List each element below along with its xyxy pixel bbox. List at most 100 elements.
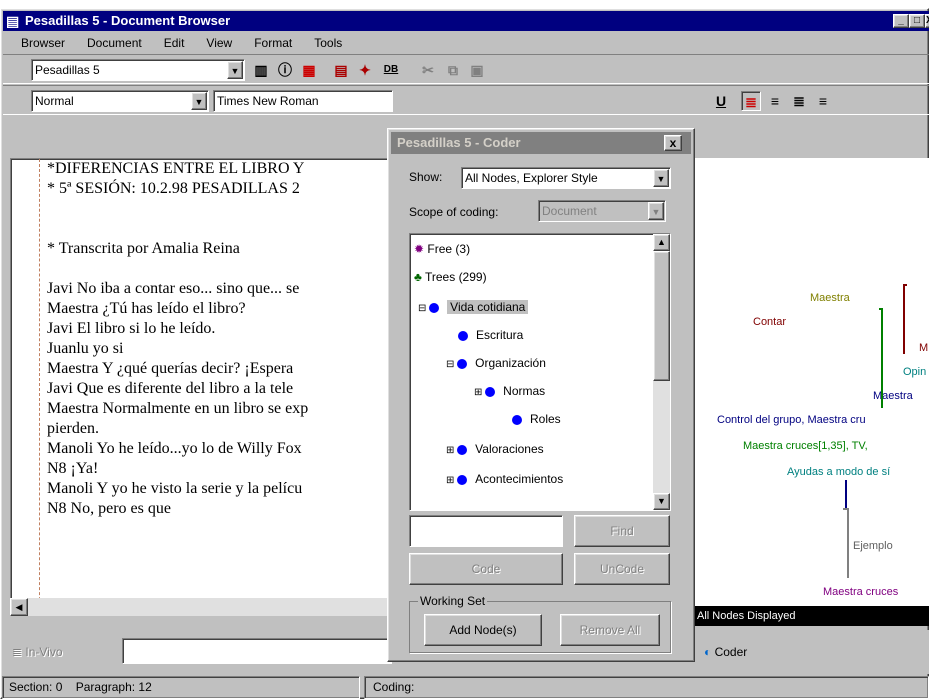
show-combo-value: All Nodes, Explorer Style: [465, 171, 598, 185]
coder-icon: ◐: [704, 645, 715, 659]
lines-icon: ≣: [12, 645, 26, 659]
scroll-thumb[interactable]: [653, 251, 670, 381]
menu-view[interactable]: View: [206, 36, 232, 50]
paste-icon[interactable]: ▣: [467, 60, 487, 80]
expand-minus-icon: ⊟: [418, 303, 430, 314]
doc-line: * Transcrita por Amalia Reina: [47, 240, 240, 257]
tree-label: Roles: [530, 412, 561, 426]
doc-line: Maestra Y ¿qué querías decir? ¡Espera: [47, 360, 294, 377]
align-center-icon[interactable]: ≡: [765, 91, 785, 111]
status-coding-text: Coding:: [373, 680, 415, 694]
document-text-area[interactable]: *DIFERENCIAS ENTRE EL LIBRO Y * 5ª SESIÓ…: [10, 158, 396, 614]
bracket-decor: [843, 480, 847, 510]
coder-window: Pesadillas 5 - Coder x Show: All Nodes, …: [387, 128, 695, 662]
doc-line: pierden.: [47, 420, 99, 437]
tree-item-organizacion[interactable]: ⊟ Organización: [446, 352, 546, 374]
find-input[interactable]: [409, 515, 563, 547]
style-combo[interactable]: Normal ▼: [31, 90, 209, 112]
node-explorer-pane[interactable]: Maestra Contar M Opin Maestra Control de…: [693, 158, 929, 626]
node-tree[interactable]: ✹ Free (3) ♣ Trees (299) ⊟ Vida cotidian…: [409, 233, 671, 511]
doc-line: Maestra Normalmente en un libro se exp: [47, 400, 309, 417]
doc-export-icon[interactable]: ▤: [331, 60, 351, 80]
chevron-down-icon[interactable]: ▼: [653, 169, 669, 187]
tree-item-free[interactable]: ✹ Free (3): [414, 238, 470, 260]
info-icon[interactable]: ⓘ: [275, 60, 295, 80]
node-icon: [457, 444, 468, 455]
node-icon: [485, 386, 496, 397]
invivo-button[interactable]: ≣ In-Vivo: [12, 640, 108, 664]
trees-icon: ♣: [414, 270, 425, 284]
working-set-group: Working Set Add Node(s) Remove All: [409, 594, 671, 653]
tree-item-roles[interactable]: Roles: [512, 408, 561, 430]
db-icon[interactable]: DB: [381, 60, 401, 80]
maximize-button[interactable]: □: [909, 14, 925, 28]
align-right-icon[interactable]: ≣: [789, 91, 809, 111]
scroll-down-button[interactable]: ▼: [653, 493, 670, 510]
menu-browser[interactable]: Browser: [21, 36, 65, 50]
tree-item-trees[interactable]: ♣ Trees (299): [414, 266, 487, 288]
coder-button-label: Coder: [714, 645, 748, 659]
node-icon: [457, 474, 468, 485]
uncode-button[interactable]: UnCode: [574, 553, 670, 585]
add-nodes-button[interactable]: Add Node(s): [424, 614, 542, 646]
menu-format[interactable]: Format: [254, 36, 292, 50]
invivo-input[interactable]: [122, 638, 392, 664]
doc-line: N8 ¡Ya!: [47, 460, 99, 477]
show-label: Show:: [409, 170, 443, 184]
show-combo[interactable]: All Nodes, Explorer Style ▼: [461, 167, 671, 189]
horizontal-scrollbar[interactable]: ◀: [10, 598, 396, 616]
menu-bar: Browser Document Edit View Format Tools: [3, 32, 929, 54]
align-left-icon[interactable]: ≣: [741, 91, 761, 111]
toolbar-document: Pesadillas 5 ▼ ▥ ⓘ ▦ ▤ ✦ DB ✂ ⧉ ▣: [3, 54, 929, 84]
underline-button[interactable]: U: [711, 91, 731, 111]
tree-item-escritura[interactable]: Escritura: [458, 324, 523, 346]
tree-item-normas[interactable]: ⊞ Normas: [474, 380, 545, 402]
font-combo[interactable]: Times New Roman: [213, 90, 393, 112]
bracket-decor: [879, 308, 883, 408]
pin-icon[interactable]: ✦: [355, 60, 375, 80]
doc-line: N8 No, pero es que: [47, 500, 171, 517]
explorer-label: Maestra: [810, 292, 850, 304]
tree-item-vida-cotidiana[interactable]: ⊟ Vida cotidiana: [418, 296, 529, 318]
node-icon: [458, 330, 468, 341]
copy-icon[interactable]: ⧉: [443, 60, 463, 80]
explorer-label: Maestra cruces[1,35], TV,: [743, 440, 868, 452]
coder-close-button[interactable]: x: [664, 135, 682, 151]
chevron-down-icon[interactable]: ▼: [191, 92, 207, 110]
coder-button[interactable]: ◐ Coder: [704, 640, 784, 664]
tree-label: Vida cotidiana: [447, 300, 529, 314]
tree-item-valoraciones[interactable]: ⊞ Valoraciones: [446, 438, 544, 460]
menu-tools[interactable]: Tools: [314, 36, 342, 50]
document-combo-value: Pesadillas 5: [35, 63, 100, 77]
tree-scrollbar[interactable]: ▲ ▼: [653, 234, 670, 510]
find-button[interactable]: Find: [574, 515, 670, 547]
window-title: Pesadillas 5 - Document Browser: [25, 13, 231, 28]
node-icon: [457, 358, 468, 369]
menu-document[interactable]: Document: [87, 36, 142, 50]
grid-color-icon[interactable]: ▦: [299, 60, 319, 80]
code-button[interactable]: Code: [409, 553, 563, 585]
doc-line: Javi Que es diferente del libro a la tel…: [47, 380, 294, 397]
node-icon: [512, 414, 522, 425]
document-icon: ▤: [6, 13, 20, 29]
status-section: Section: 0 Paragraph: 12: [2, 676, 360, 699]
book-icon[interactable]: ▥: [251, 60, 271, 80]
bracket-decor: [843, 508, 849, 578]
chevron-down-icon[interactable]: ▼: [227, 61, 243, 79]
menu-edit[interactable]: Edit: [164, 36, 185, 50]
tree-label: Escritura: [476, 328, 524, 342]
explorer-label: Ejemplo: [853, 540, 893, 552]
remove-all-button[interactable]: Remove All: [560, 614, 660, 646]
document-combo[interactable]: Pesadillas 5 ▼: [31, 59, 245, 81]
tree-item-acontecimientos[interactable]: ⊞ Acontecimientos: [446, 468, 563, 490]
coder-title-bar: Pesadillas 5 - Coder: [391, 132, 691, 154]
close-button[interactable]: X: [925, 14, 929, 28]
scroll-left-button[interactable]: ◀: [10, 598, 28, 616]
justify-icon[interactable]: ≡: [813, 91, 833, 111]
title-bar: ▤ Pesadillas 5 - Document Browser: [3, 11, 929, 31]
scroll-up-button[interactable]: ▲: [653, 234, 670, 251]
cut-icon[interactable]: ✂: [418, 60, 438, 80]
explorer-footer: All Nodes Displayed: [693, 606, 929, 626]
expand-minus-icon: ⊟: [446, 359, 458, 370]
minimize-button[interactable]: _: [893, 14, 909, 28]
